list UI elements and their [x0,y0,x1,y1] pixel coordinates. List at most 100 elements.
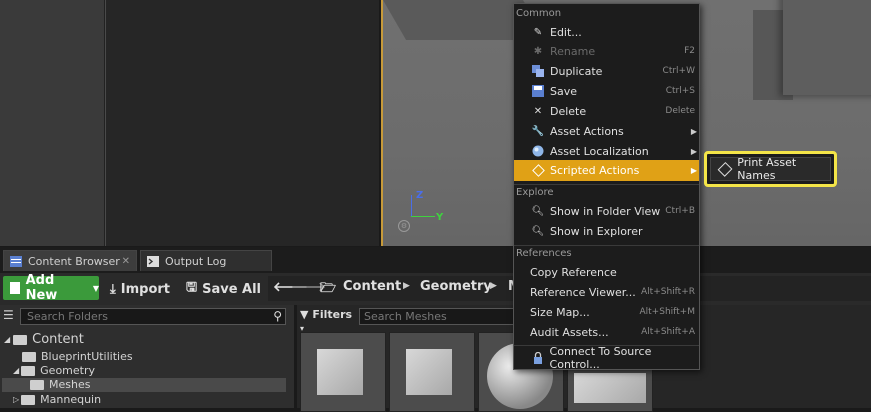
menu-item-duplicate[interactable]: Duplicate Ctrl+W [514,61,699,81]
content-browser-toolbar: Add New ▼ ⤓ Import 🖫 Save All 🡐 🡒 🗁 Cont… [0,273,871,305]
tree-item-label: Geometry [40,364,96,377]
menu-item-save[interactable]: Save Ctrl+S [514,81,699,101]
folder-search-input[interactable]: Search Folders ⚲ [20,308,286,325]
menu-item-print-asset-names[interactable]: Print Asset Names [710,156,831,182]
expand-arrow-icon[interactable]: ◢ [13,366,19,375]
menu-item-label: Save [550,84,578,98]
cube-icon [317,349,363,395]
pencil-icon: ✎ [533,26,543,38]
tree-item-meshes[interactable]: Meshes [30,378,90,391]
tab-content-browser[interactable]: Content Browser ✕ [3,250,137,271]
menu-item-label: Delete [550,104,587,118]
menu-divider [514,245,699,246]
scripted-actions-submenu: Print Asset Names [704,151,837,187]
y-axis-line [411,216,435,217]
menu-item-scripted-actions[interactable]: Scripted Actions ▶ [514,160,699,181]
duplicate-icon [532,65,544,77]
menu-item-label: Copy Reference [530,265,617,279]
tab-bar: Content Browser ✕ Output Log [0,247,871,273]
menu-item-shortcut: Alt+Shift+M [639,307,696,317]
import-button[interactable]: ⤓ Import [110,277,170,301]
delete-icon: ✕ [533,105,543,117]
viewport-geometry [783,0,871,95]
filters-label: Filters [312,308,353,321]
menu-item-size-map[interactable]: Size Map... Alt+Shift+M [514,302,699,322]
menu-item-reference-viewer[interactable]: Reference Viewer... Alt+Shift+R [514,282,699,302]
cube-icon [406,349,452,395]
expand-arrow-icon[interactable]: ◢ [4,335,10,344]
search-icon: 🔍︎ [531,225,545,237]
menu-item-label: Show in Explorer [550,224,643,238]
menu-item-label: Rename [550,44,596,58]
menu-item-copy-reference[interactable]: Copy Reference [514,262,699,282]
tree-item-mannequin[interactable]: ▷ Mannequin [13,393,101,406]
import-label: Import [120,281,170,297]
folder-tree-panel: ☰ Search Folders ⚲ ◢ Content BlueprintUt… [0,305,297,408]
tree-item-label: Mannequin [40,393,102,406]
folder-icon: 🗁 [320,281,337,296]
asset-thumbnail[interactable] [300,332,386,412]
menu-item-asset-localization[interactable]: Asset Localization ▶ [514,141,699,161]
menu-item-shortcut: Alt+Shift+R [641,287,695,297]
chevron-down-icon: ▼ [92,283,99,293]
menu-item-audit-assets[interactable]: Audit Assets... Alt+Shift+A [514,322,699,342]
menu-item-delete[interactable]: ✕ Delete Delete [514,101,699,121]
import-icon: ⤓ [110,281,116,297]
breadcrumb-separator-icon[interactable]: ▶ [490,281,497,291]
rename-icon: ✱ [533,45,543,57]
menu-item-label: Reference Viewer... [530,285,636,299]
breadcrumb-geometry[interactable]: Geometry [420,279,492,294]
menu-divider [514,184,699,185]
menu-item-connect-to-source-control[interactable]: Connect To Source Control... [514,345,699,371]
diamond-icon [717,161,733,177]
add-new-button[interactable]: Add New ▼ [3,273,99,303]
submenu-arrow-icon: ▶ [690,166,697,175]
close-icon[interactable]: ✕ [122,256,130,267]
search-icon: ⚲ [273,309,282,323]
filters-button[interactable]: ▼ Filters ▾ [300,308,356,333]
menu-item-edit[interactable]: ✎ Edit... [514,22,699,42]
list-view-icon[interactable]: ☰ [3,308,14,322]
tree-item-geometry[interactable]: ◢ Geometry [13,364,95,377]
folder-icon [22,351,36,362]
menu-item-label: Asset Actions [550,124,624,138]
save-all-button[interactable]: 🖫 Save All [186,277,261,301]
tree-item-blueprintutilities[interactable]: BlueprintUtilities [22,350,133,363]
menu-item-show-in-folder-view[interactable]: 🔍︎ Show in Folder View Ctrl+B [514,201,699,221]
asset-thumbnail[interactable] [389,332,475,412]
menu-item-label: Asset Localization [550,144,649,158]
menu-item-show-in-explorer[interactable]: 🔍︎ Show in Explorer [514,221,699,241]
folder-icon [21,365,36,376]
z-axis-line [411,195,412,217]
y-axis-label: Y [436,212,444,223]
tab-label: Content Browser [28,254,120,268]
menu-item-shortcut: Ctrl+S [665,86,695,96]
folder-search-placeholder: Search Folders [27,310,109,323]
menu-item-shortcut: Ctrl+W [662,66,695,76]
save-icon: 🖫 [186,280,198,295]
breadcrumb-content[interactable]: Content [343,279,401,294]
menu-item-label: Edit... [550,25,582,39]
menu-item-asset-actions[interactable]: 🔧 Asset Actions ▶ [514,121,699,141]
breadcrumb-separator-icon[interactable]: ▶ [403,281,410,291]
section-header-references: References [516,248,572,259]
tab-label: Output Log [165,254,227,268]
section-header-explore: Explore [516,187,554,198]
expand-arrow-icon[interactable]: ▷ [13,395,19,404]
section-header-common: Common [516,8,562,19]
menu-item-label: Scripted Actions [550,164,640,177]
menu-item-label: Connect To Source Control... [549,345,652,371]
tree-item-content[interactable]: ◢ Content [4,332,84,347]
view-options-icon[interactable]: ⚙ [398,220,410,232]
asset-context-menu: Common ✎ Edit... ✱ Rename F2 Duplicate C… [513,3,700,371]
menu-item-rename[interactable]: ✱ Rename F2 [514,41,699,61]
menu-item-shortcut: Ctrl+B [665,206,695,216]
wrench-icon: 🔧 [531,125,545,137]
output-log-icon [147,255,159,267]
tree-item-label: Meshes [49,378,91,391]
save-icon [532,85,544,97]
tab-output-log[interactable]: Output Log [140,250,272,271]
menu-item-label: Size Map... [530,305,590,319]
z-axis-label: Z [416,190,424,201]
menu-item-label: Duplicate [550,64,603,78]
